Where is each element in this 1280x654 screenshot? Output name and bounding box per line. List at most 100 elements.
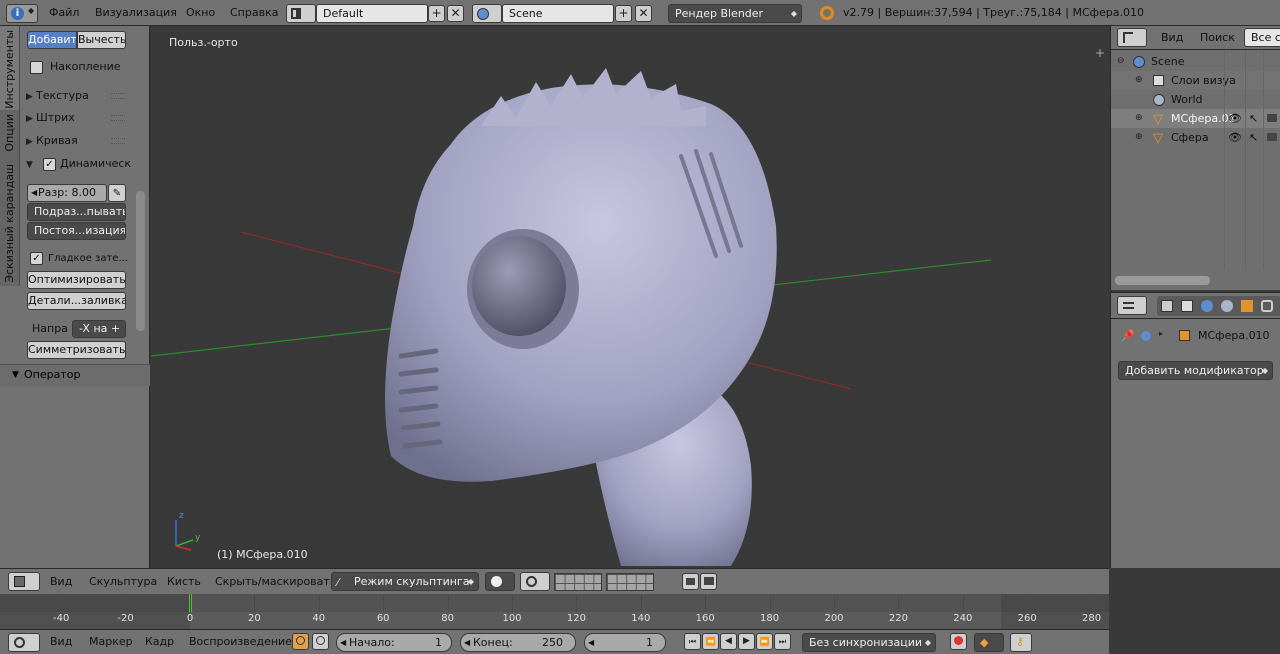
pivot-dropdown[interactable] xyxy=(520,572,550,591)
editor-type-info-button[interactable]: i ◆ xyxy=(6,4,38,23)
outliner-filter-dropdown[interactable]: Все сц xyxy=(1244,28,1280,47)
section-texture[interactable]: ▶ Текстура xyxy=(26,86,89,106)
timeline-menu-playback[interactable]: Воспроизведение xyxy=(189,629,292,654)
pin-icon[interactable]: 📌 xyxy=(1121,329,1135,342)
end-frame-field[interactable]: ◀ Конец: 250 xyxy=(460,633,576,652)
world-tab-icon[interactable] xyxy=(1221,300,1233,312)
section-stroke[interactable]: ▶ Штрих xyxy=(26,108,75,128)
keyframe-insert-button[interactable]: ⚷ xyxy=(1010,633,1032,652)
camera-icon[interactable] xyxy=(1267,133,1277,141)
render-animation-button[interactable] xyxy=(700,573,717,590)
brush-subtract-button[interactable]: Вычесть xyxy=(77,31,126,49)
timeline-menu-view[interactable]: Вид xyxy=(50,629,72,654)
preview-range-button[interactable] xyxy=(292,633,309,650)
jump-start-button[interactable]: ⏮ xyxy=(684,633,701,650)
keying-set-dropdown[interactable]: ◆ xyxy=(974,633,1004,652)
tab-grease-pencil[interactable]: Эскизный карандаш xyxy=(0,160,20,286)
optimize-button[interactable]: Оптимизировать xyxy=(27,271,126,289)
sync-mode-dropdown[interactable]: Без синхронизации ◆ xyxy=(802,633,936,652)
direction-dropdown[interactable]: -X на + xyxy=(72,320,126,338)
menu-help[interactable]: Справка xyxy=(230,0,278,26)
outliner-hscrollbar[interactable] xyxy=(1115,276,1210,285)
subdivide-dropdown[interactable]: Подраз...пывать xyxy=(27,203,126,221)
constant-detail-dropdown[interactable]: Постоя...изация xyxy=(27,222,126,240)
jump-keyframe-back-button[interactable]: ⏪ xyxy=(702,633,719,650)
grip-icon[interactable] xyxy=(111,93,125,99)
timeline-menu-marker[interactable]: Маркер xyxy=(89,629,133,654)
eye-icon[interactable]: 👁 xyxy=(1228,109,1242,128)
jump-keyframe-forward-button[interactable]: ⏩ xyxy=(756,633,773,650)
scene-tab-icon[interactable] xyxy=(1201,300,1213,312)
smooth-shading-checkbox[interactable]: ✓ xyxy=(30,252,43,265)
jump-end-button[interactable]: ⏭ xyxy=(774,633,791,650)
editor-type-3dview-button[interactable] xyxy=(8,572,40,591)
tab-tools[interactable]: Инструменты xyxy=(0,26,20,110)
menu-render[interactable]: Визуализация xyxy=(95,0,177,26)
section-dyntopo[interactable]: ▼ xyxy=(26,154,36,174)
scene-browse-button[interactable] xyxy=(472,4,502,23)
layout-add-button[interactable]: + xyxy=(428,5,445,22)
3d-viewport[interactable]: Польз.-орто + z y (1) МСфера.010 xyxy=(151,26,1109,568)
outliner-row-scene[interactable]: ⊖ Scene xyxy=(1111,52,1280,71)
operator-panel[interactable]: ▼ Оператор xyxy=(0,364,150,386)
play-reverse-button[interactable]: ◀ xyxy=(720,633,737,650)
camera-icon[interactable] xyxy=(1267,114,1277,122)
render-engine-dropdown[interactable]: Рендер Blender ◆ xyxy=(668,4,802,23)
cursor-icon[interactable]: ↖ xyxy=(1249,109,1258,128)
outliner-row-msphere[interactable]: ⊕ ▽ МСфера.01 👁 ↖ xyxy=(1111,109,1280,128)
detail-flood-fill-button[interactable]: Детали...заливка xyxy=(27,292,126,310)
tab-options[interactable]: Опции xyxy=(0,110,20,160)
detail-size-field[interactable]: ◀ Разр: 8.00 xyxy=(27,184,107,202)
scene-close-button[interactable]: ✕ xyxy=(635,5,652,22)
render-preview-button[interactable] xyxy=(682,573,699,590)
render-layers-tab-icon[interactable] xyxy=(1181,300,1193,312)
play-button[interactable]: ▶ xyxy=(738,633,755,650)
current-frame-field[interactable]: ◀ 1 xyxy=(584,633,666,652)
render-layers-icon xyxy=(1153,75,1164,86)
constraints-tab-icon[interactable] xyxy=(1261,300,1273,312)
grip-icon[interactable] xyxy=(111,115,125,121)
timeline[interactable]: -40 -20 0 20 40 60 80 100 120 140 160 180 200 220 240 2… xyxy=(0,594,1109,629)
object-tab-icon[interactable] xyxy=(1241,300,1253,312)
start-frame-field[interactable]: ◀ Начало: 1 xyxy=(336,633,452,652)
layers-grid-a[interactable] xyxy=(554,573,602,591)
timeline-menu-frame[interactable]: Кадр xyxy=(145,629,174,654)
view3d-menu-hide-mask[interactable]: Скрыть/маскировать xyxy=(215,569,336,595)
grip-icon[interactable] xyxy=(111,138,125,144)
dyntopo-checkbox[interactable]: ✓ xyxy=(43,158,56,171)
view3d-menu-brush[interactable]: Кисть xyxy=(167,569,201,595)
section-curve[interactable]: ▶ Кривая xyxy=(26,131,78,151)
scene-add-button[interactable]: + xyxy=(615,5,632,22)
panel-scrollbar[interactable] xyxy=(136,191,145,331)
symmetrize-button[interactable]: Симметризовать xyxy=(27,341,126,359)
outliner-row-sphere[interactable]: ⊕ ▽ Сфера 👁 ↖ xyxy=(1111,128,1280,147)
menu-window[interactable]: Окно xyxy=(186,0,215,26)
menu-file[interactable]: Файл xyxy=(49,0,79,26)
layout-browse-button[interactable] xyxy=(286,4,316,23)
scene-name-field[interactable]: Scene xyxy=(502,4,614,23)
editor-type-timeline-button[interactable] xyxy=(8,633,40,652)
editor-type-properties-button[interactable] xyxy=(1117,296,1147,315)
brush-add-button[interactable]: Добавить xyxy=(27,31,77,49)
view3d-menu-sculpt[interactable]: Скульптура xyxy=(89,569,157,595)
outliner-row-render-layers[interactable]: ⊕ Слои визуа xyxy=(1111,71,1280,90)
mode-dropdown[interactable]: ⁄ Режим скульптинга ◆ xyxy=(331,572,479,591)
editor-type-outliner-button[interactable] xyxy=(1117,28,1147,47)
shading-dropdown[interactable] xyxy=(485,572,515,591)
outliner-row-world[interactable]: World xyxy=(1111,90,1280,109)
render-tab-icon[interactable] xyxy=(1161,300,1173,312)
eyedropper-button[interactable]: ✎ xyxy=(108,184,126,202)
outliner-menu-view[interactable]: Вид xyxy=(1161,26,1183,51)
accumulate-checkbox[interactable] xyxy=(30,61,43,74)
view3d-menu-view[interactable]: Вид xyxy=(50,569,72,595)
record-button[interactable] xyxy=(950,633,967,650)
layers-grid-b[interactable] xyxy=(606,573,654,591)
eye-icon[interactable]: 👁 xyxy=(1228,128,1242,147)
layout-close-button[interactable]: ✕ xyxy=(447,5,464,22)
layout-name-field[interactable]: Default xyxy=(316,4,428,23)
outliner-menu-search[interactable]: Поиск xyxy=(1200,26,1235,51)
cursor-icon[interactable]: ↖ xyxy=(1249,128,1258,147)
add-modifier-dropdown[interactable]: Добавить модификатор ◆ xyxy=(1118,361,1273,380)
use-preview-range-button[interactable] xyxy=(312,633,329,650)
info-icon: i xyxy=(11,7,24,20)
